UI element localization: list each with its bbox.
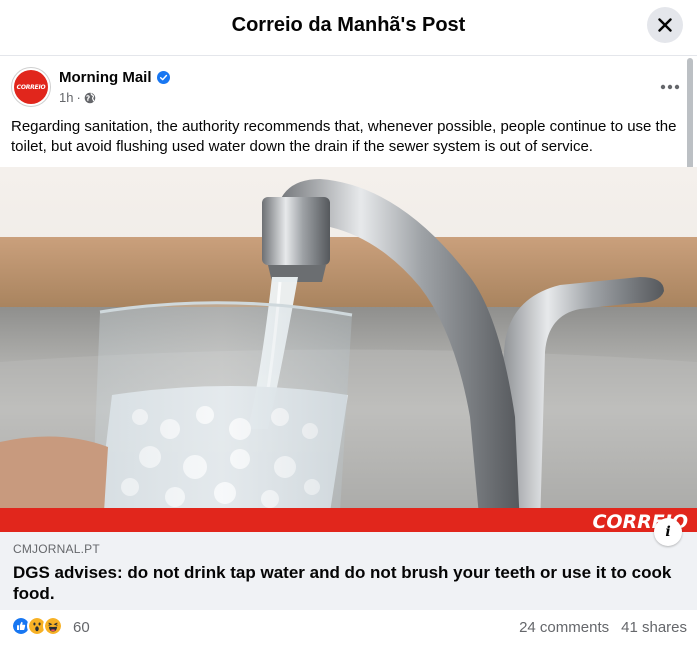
post-meta: 1h · bbox=[59, 90, 96, 105]
link-domain: CMJORNAL.PT bbox=[13, 542, 100, 556]
verified-badge-icon bbox=[156, 71, 170, 84]
post-body-text: Regarding sanitation, the authority reco… bbox=[11, 118, 677, 155]
more-options-button[interactable] bbox=[656, 77, 684, 97]
post-header: CORREIO Morning Mail 1h · bbox=[11, 67, 680, 109]
avatar[interactable]: CORREIO bbox=[11, 67, 51, 107]
close-button[interactable] bbox=[647, 7, 683, 43]
reaction-count[interactable]: 60 bbox=[73, 619, 90, 636]
link-preview-card[interactable]: i CMJORNAL.PT DGS advises: do not drink … bbox=[0, 518, 697, 610]
post-image[interactable]: CORREIO bbox=[0, 167, 697, 532]
modal-header: Correio da Manhã's Post bbox=[0, 0, 697, 56]
shares-count[interactable]: 41 shares bbox=[621, 619, 687, 636]
post-timestamp[interactable]: 1h bbox=[59, 90, 73, 105]
globe-icon bbox=[84, 92, 96, 103]
haha-reaction-icon bbox=[43, 616, 63, 636]
meta-separator: · bbox=[76, 90, 81, 105]
modal-title: Correio da Manhã's Post bbox=[231, 14, 466, 36]
info-icon: i bbox=[665, 524, 671, 540]
close-icon bbox=[658, 18, 672, 32]
author-name[interactable]: Morning Mail bbox=[59, 69, 152, 86]
comments-count[interactable]: 24 comments bbox=[519, 619, 609, 636]
link-title[interactable]: DGS advises: do not drink tap water and … bbox=[13, 562, 673, 604]
tap-water-photo: CORREIO bbox=[0, 167, 697, 532]
info-button[interactable]: i bbox=[654, 518, 682, 546]
post-stats: 24 comments 41 shares bbox=[519, 619, 687, 636]
reaction-icons[interactable] bbox=[11, 616, 63, 636]
more-icon bbox=[660, 84, 680, 90]
avatar-logo-text: CORREIO bbox=[16, 83, 46, 91]
reactions-bar: 60 24 comments 41 shares bbox=[11, 616, 687, 640]
